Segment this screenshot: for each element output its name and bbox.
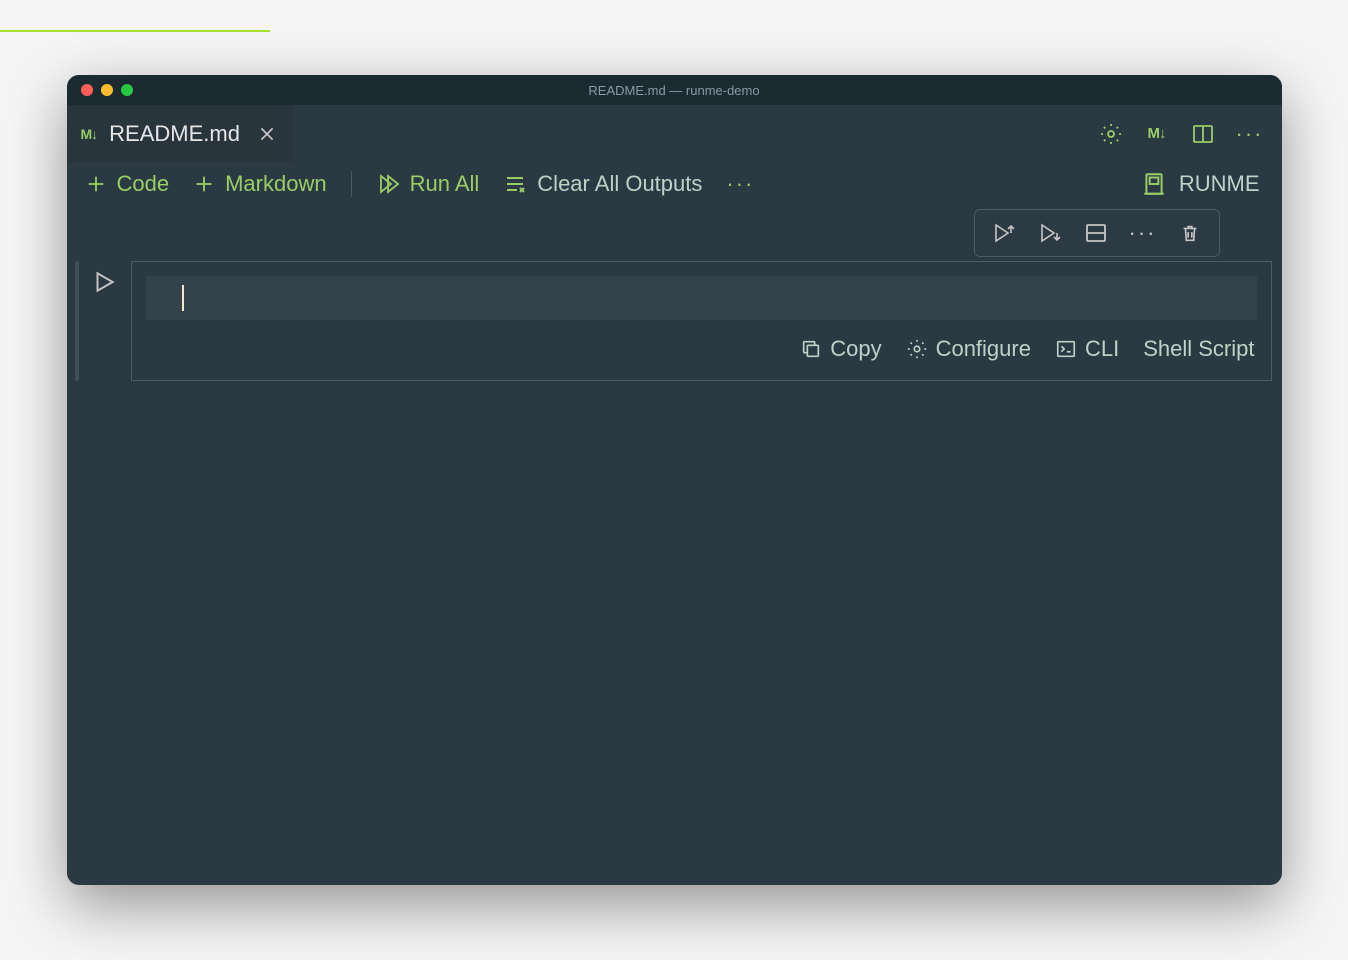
clear-outputs-button[interactable]: Clear All Outputs (503, 171, 702, 197)
toolbar-divider (351, 171, 352, 197)
gear-icon[interactable] (1098, 121, 1124, 147)
cell-editor[interactable] (146, 276, 1257, 320)
tab-filename: README.md (109, 121, 240, 147)
tab-readme[interactable]: M↓ README.md (67, 105, 294, 162)
cli-label: CLI (1085, 336, 1119, 362)
language-label: Shell Script (1143, 336, 1254, 362)
run-below-icon[interactable] (1037, 220, 1063, 246)
notebook-toolbar: Code Markdown Run All Clear All Outputs … (67, 163, 1282, 209)
minimize-window-button[interactable] (101, 84, 113, 96)
kernel-picker[interactable]: RUNME (1141, 171, 1260, 197)
close-window-button[interactable] (81, 84, 93, 96)
copy-button[interactable]: Copy (800, 336, 881, 362)
cell-focus-indicator (75, 261, 79, 381)
cli-button[interactable]: CLI (1055, 336, 1119, 362)
maximize-window-button[interactable] (121, 84, 133, 96)
more-actions-icon[interactable]: ··· (1236, 121, 1264, 147)
cell-statusbar: Copy Configure CLI Shell Script (132, 328, 1271, 374)
run-cell-button[interactable] (91, 269, 117, 381)
titlebar: README.md — runme-demo (67, 75, 1282, 105)
editor-actions: M↓ ··· (1098, 121, 1282, 147)
run-all-label: Run All (410, 171, 480, 197)
cell-container: Copy Configure CLI Shell Script (131, 261, 1272, 381)
markdown-file-icon: M↓ (81, 126, 98, 142)
text-cursor (182, 285, 184, 311)
clear-outputs-label: Clear All Outputs (537, 171, 702, 197)
kernel-label: RUNME (1179, 171, 1260, 197)
tab-bar: M↓ README.md M↓ ··· (67, 105, 1282, 163)
notebook-body: ··· Copy (67, 209, 1282, 885)
add-markdown-label: Markdown (225, 171, 326, 197)
toolbar-more-icon[interactable]: ··· (726, 171, 754, 197)
add-code-label: Code (117, 171, 170, 197)
copy-label: Copy (830, 336, 881, 362)
split-cell-icon[interactable] (1083, 220, 1109, 246)
editor-window: README.md — runme-demo M↓ README.md M↓ ·… (67, 75, 1282, 885)
run-all-button[interactable]: Run All (376, 171, 480, 197)
window-controls (67, 84, 133, 96)
configure-button[interactable]: Configure (906, 336, 1031, 362)
window-title: README.md — runme-demo (588, 83, 759, 98)
close-tab-button[interactable] (258, 125, 276, 143)
markdown-preview-icon[interactable]: M↓ (1144, 121, 1170, 147)
split-editor-icon[interactable] (1190, 121, 1216, 147)
code-cell: Copy Configure CLI Shell Script (75, 261, 1272, 381)
cell-more-icon[interactable]: ··· (1129, 220, 1157, 246)
configure-label: Configure (936, 336, 1031, 362)
run-above-icon[interactable] (991, 220, 1017, 246)
language-picker[interactable]: Shell Script (1143, 336, 1254, 362)
delete-cell-icon[interactable] (1177, 220, 1203, 246)
add-markdown-button[interactable]: Markdown (193, 171, 326, 197)
cell-toolbar: ··· (974, 209, 1220, 257)
add-code-button[interactable]: Code (85, 171, 170, 197)
